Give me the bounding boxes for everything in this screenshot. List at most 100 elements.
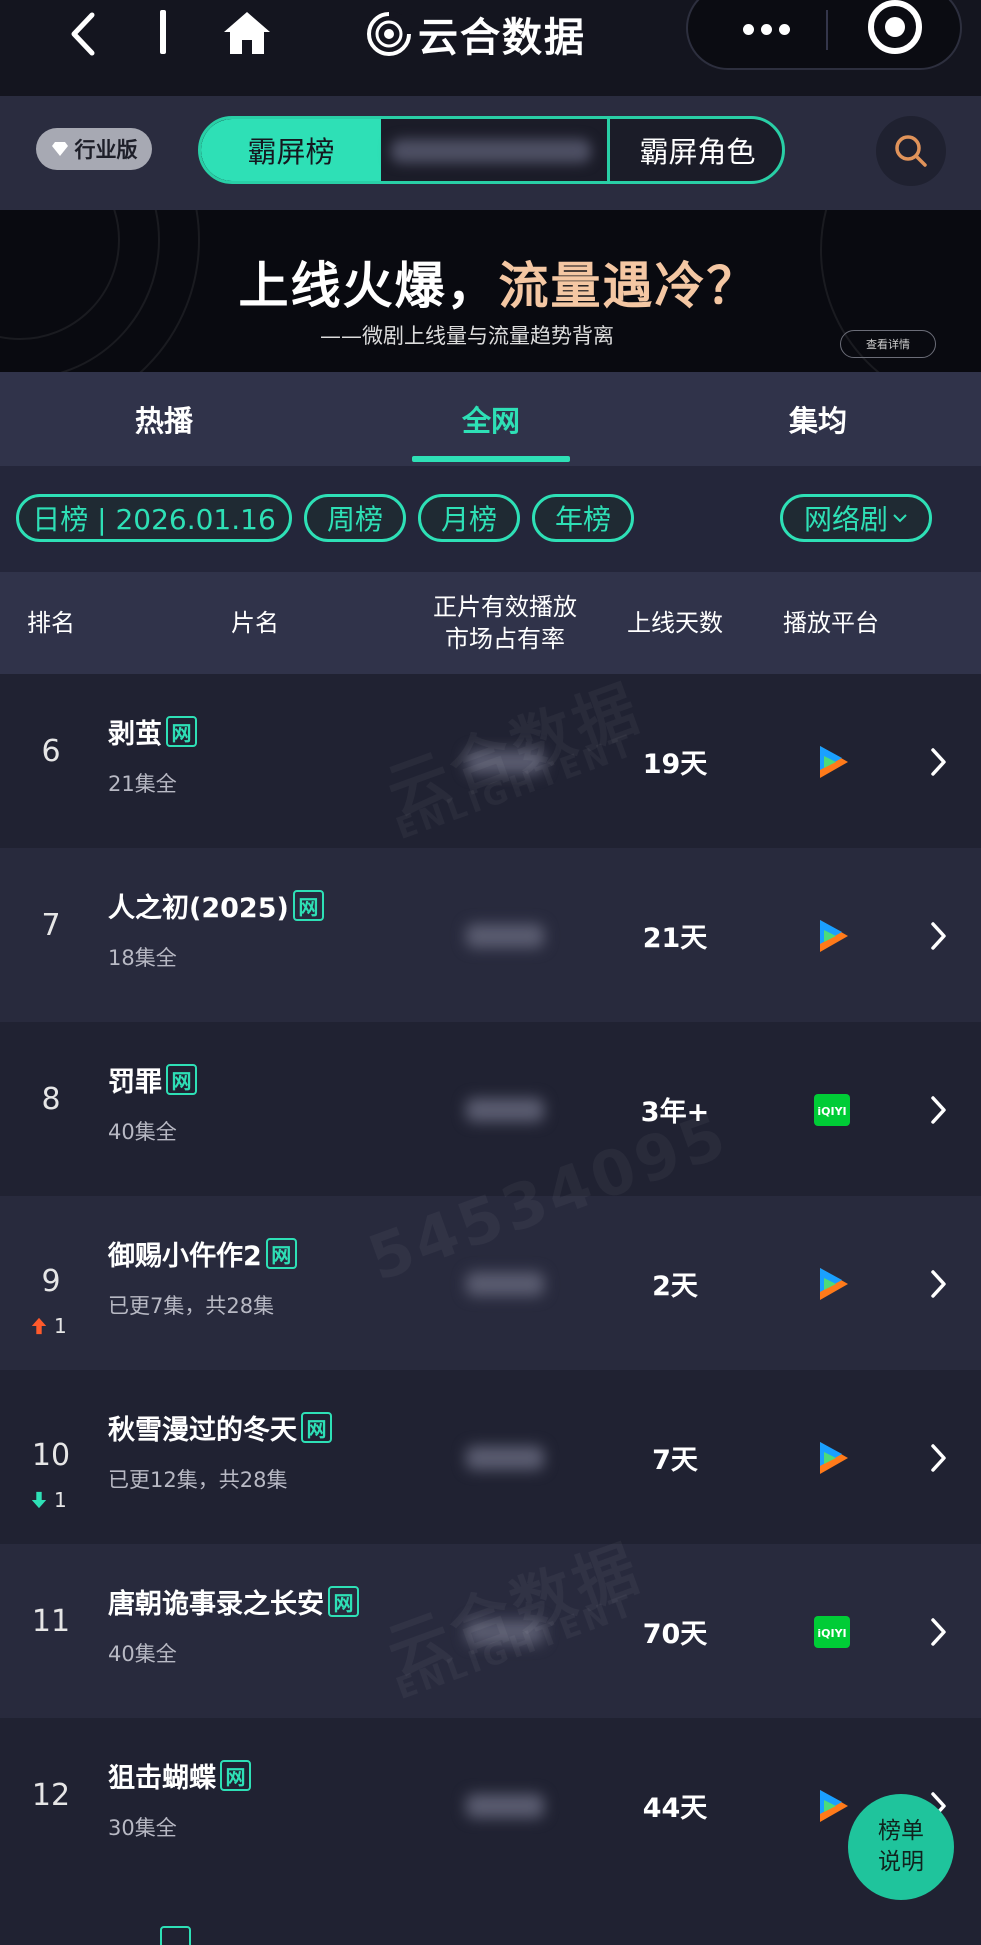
svg-text:iQIYI: iQIYI bbox=[817, 1105, 846, 1118]
chevron-down-icon bbox=[893, 514, 907, 523]
title-cell: 狙击蝴蝶 网 bbox=[108, 1756, 251, 1795]
mini-program-capsule bbox=[686, 0, 962, 70]
chevron-right-icon bbox=[931, 1444, 946, 1472]
rank-number: 8 bbox=[41, 1082, 61, 1117]
network-tag: 网 bbox=[292, 890, 324, 921]
home-button[interactable] bbox=[222, 10, 272, 56]
category-label: 网络剧 bbox=[803, 503, 888, 536]
yearly-ranking-filter[interactable]: 年榜 bbox=[532, 494, 634, 542]
tencent-video-icon bbox=[812, 1786, 852, 1826]
float-button-line2: 说明 bbox=[878, 1849, 924, 1875]
svg-text:iQIYI: iQIYI bbox=[817, 1627, 846, 1640]
banner-title: 上线火爆，流量遇冷？ bbox=[0, 246, 981, 318]
switch-option-dominance[interactable]: 霸屏榜 bbox=[201, 119, 381, 181]
rank-change-value: 1 bbox=[54, 1314, 67, 1338]
episode-status: 已更12集，共28集 bbox=[108, 1468, 288, 1492]
drama-title: 罚罪 bbox=[108, 1067, 162, 1098]
table-row[interactable]: 6 剥茧 网 21集全 19天 bbox=[0, 674, 981, 848]
episode-status: 40集全 bbox=[108, 1120, 177, 1144]
rank-number: 7 bbox=[41, 908, 61, 943]
table-row[interactable]: 7 人之初(2025) 网 18集全 21天 bbox=[0, 848, 981, 1022]
chevron-right-icon bbox=[931, 1270, 946, 1298]
tab-all-network[interactable]: 全网 bbox=[367, 372, 615, 466]
search-button[interactable] bbox=[876, 116, 946, 186]
network-tag: 网 bbox=[265, 1238, 297, 1269]
episode-status: 30集全 bbox=[108, 1816, 177, 1840]
more-button[interactable] bbox=[726, 14, 806, 44]
title-cell: 唐朝诡事录之长安 网 bbox=[108, 1582, 359, 1621]
table-row[interactable]: 11 唐朝诡事录之长安 网 40集全 70天 iQIYI bbox=[0, 1544, 981, 1718]
tencent-video-icon bbox=[812, 1264, 852, 1304]
rank-change: 1 bbox=[30, 1314, 67, 1338]
drama-title: 剥茧 bbox=[108, 719, 162, 750]
rank-number: 11 bbox=[31, 1604, 71, 1639]
filter-bar: 日榜 | 2026.01.16 周榜 月榜 年榜 网络剧 bbox=[0, 466, 981, 572]
tab-hot[interactable]: 热播 bbox=[40, 372, 288, 466]
arrow-down-icon bbox=[31, 1491, 47, 1509]
days-online: 44天 bbox=[642, 1792, 708, 1824]
network-tag: 网 bbox=[301, 1412, 332, 1443]
drama-title: 御赐小仵作2 bbox=[108, 1241, 262, 1272]
rank-number: 12 bbox=[31, 1778, 71, 1813]
monthly-ranking-filter[interactable]: 月榜 bbox=[418, 494, 520, 542]
edition-badge[interactable]: 行业版 bbox=[36, 128, 152, 170]
banner-title-prefix: 上线火爆， bbox=[238, 257, 499, 315]
rank-number: 9 bbox=[41, 1264, 61, 1299]
network-tag bbox=[160, 1926, 191, 1945]
column-header-share-line1: 正片有效播放 bbox=[433, 593, 577, 621]
tab-bar: 热播 全网 集均 bbox=[0, 372, 981, 466]
market-share-blurred bbox=[466, 1794, 544, 1818]
tencent-video-icon bbox=[812, 916, 852, 956]
days-online: 70天 bbox=[642, 1618, 708, 1650]
market-share-blurred bbox=[466, 1098, 544, 1122]
search-icon bbox=[895, 135, 927, 167]
app-brand: 云合数据 bbox=[366, 4, 586, 64]
category-dropdown[interactable]: 网络剧 bbox=[780, 494, 932, 542]
promo-banner[interactable]: 上线火爆，流量遇冷？ ——微剧上线量与流量趋势背离 查看详情 bbox=[0, 210, 981, 372]
banner-title-highlight: 流量遇冷？ bbox=[498, 257, 759, 315]
float-button-line1: 榜单 bbox=[878, 1818, 924, 1844]
active-tab-indicator bbox=[412, 456, 570, 462]
market-share-blurred bbox=[466, 1620, 544, 1644]
column-header-rank: 排名 bbox=[27, 609, 75, 637]
title-cell: 罚罪 网 bbox=[108, 1060, 197, 1099]
daily-ranking-filter[interactable]: 日榜 | 2026.01.16 bbox=[16, 494, 292, 542]
network-tag: 网 bbox=[220, 1760, 251, 1791]
arrow-up-icon bbox=[31, 1317, 47, 1335]
chevron-right-icon bbox=[931, 748, 946, 776]
episode-status: 40集全 bbox=[108, 1642, 177, 1666]
table-row[interactable]: 9 1 御赐小仵作2 网已更7集，共28集 2天 bbox=[0, 1196, 981, 1370]
blurred-option[interactable] bbox=[391, 139, 591, 163]
edition-label: 行业版 bbox=[74, 138, 138, 162]
days-online: 21天 bbox=[642, 922, 708, 954]
table-row[interactable]: 10 1 秋雪漫过的冬天 网已更12集，共28集 7天 bbox=[0, 1370, 981, 1544]
tab-per-episode[interactable]: 集均 bbox=[694, 372, 942, 466]
title-cell: 剥茧 网 bbox=[108, 712, 197, 751]
table-row-partial[interactable] bbox=[0, 1892, 981, 1945]
network-tag: 网 bbox=[166, 1064, 197, 1095]
banner-details-button[interactable]: 查看详情 bbox=[840, 330, 936, 358]
brand-logo-icon bbox=[367, 11, 412, 56]
table-row[interactable]: 12 狙击蝴蝶 网 30集全 44天 bbox=[0, 1718, 981, 1892]
chevron-right-icon bbox=[931, 1618, 946, 1646]
network-tag: 网 bbox=[328, 1586, 359, 1617]
ranking-type-switch: 霸屏榜 霸屏角色 bbox=[198, 116, 785, 184]
market-share-blurred bbox=[466, 1446, 544, 1470]
market-share-blurred bbox=[466, 924, 544, 948]
column-header-market-share: 正片有效播放 市场占有率 bbox=[410, 572, 600, 674]
chevron-left-icon bbox=[71, 12, 95, 56]
rank-number: 10 bbox=[31, 1438, 71, 1473]
days-online: 3年+ bbox=[640, 1096, 710, 1128]
close-mini-program-button[interactable] bbox=[868, 0, 922, 54]
drama-title: 人之初(2025) bbox=[108, 893, 289, 924]
table-row[interactable]: 8 罚罪 网 40集全 3年+ iQIYI bbox=[0, 1022, 981, 1196]
weekly-ranking-filter[interactable]: 周榜 bbox=[304, 494, 406, 542]
back-button[interactable] bbox=[60, 6, 104, 62]
diamond-icon bbox=[51, 142, 68, 156]
tencent-video-icon bbox=[812, 1438, 852, 1478]
switch-option-roles[interactable]: 霸屏角色 bbox=[610, 119, 782, 181]
app-title: 云合数据 bbox=[418, 15, 586, 61]
ranking-explanation-button[interactable]: 榜单 说明 bbox=[848, 1794, 954, 1900]
nav-divider bbox=[160, 10, 166, 54]
column-header-days: 上线天数 bbox=[627, 609, 723, 637]
